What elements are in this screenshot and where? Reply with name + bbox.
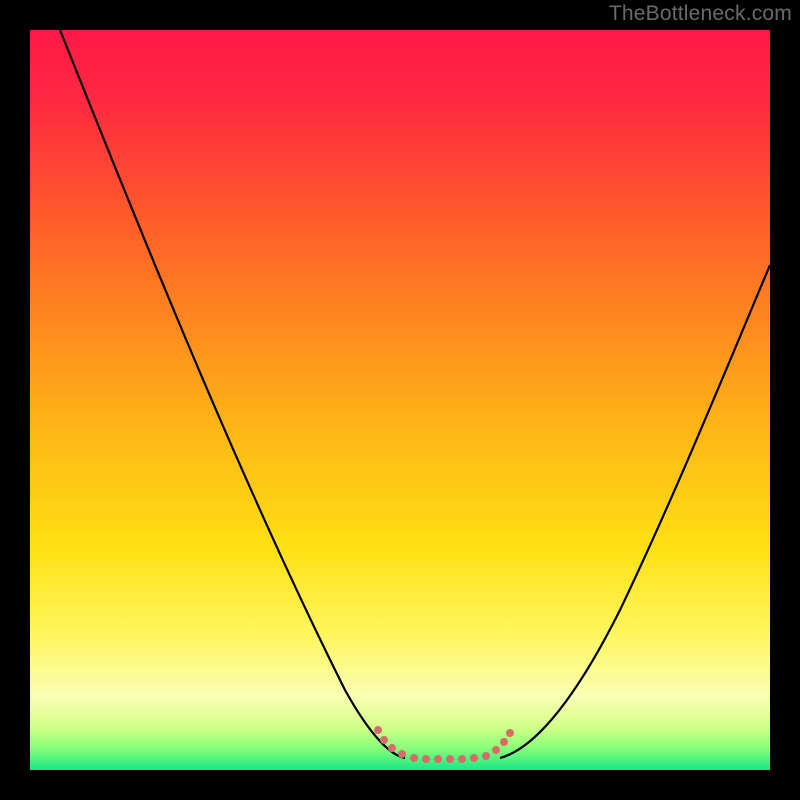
bottleneck-curve: [30, 30, 770, 770]
chart-container: TheBottleneck.com: [0, 0, 800, 800]
curve-right: [500, 265, 770, 758]
plot-area: [30, 30, 770, 770]
watermark-text: TheBottleneck.com: [609, 2, 792, 26]
curve-left: [60, 30, 405, 758]
